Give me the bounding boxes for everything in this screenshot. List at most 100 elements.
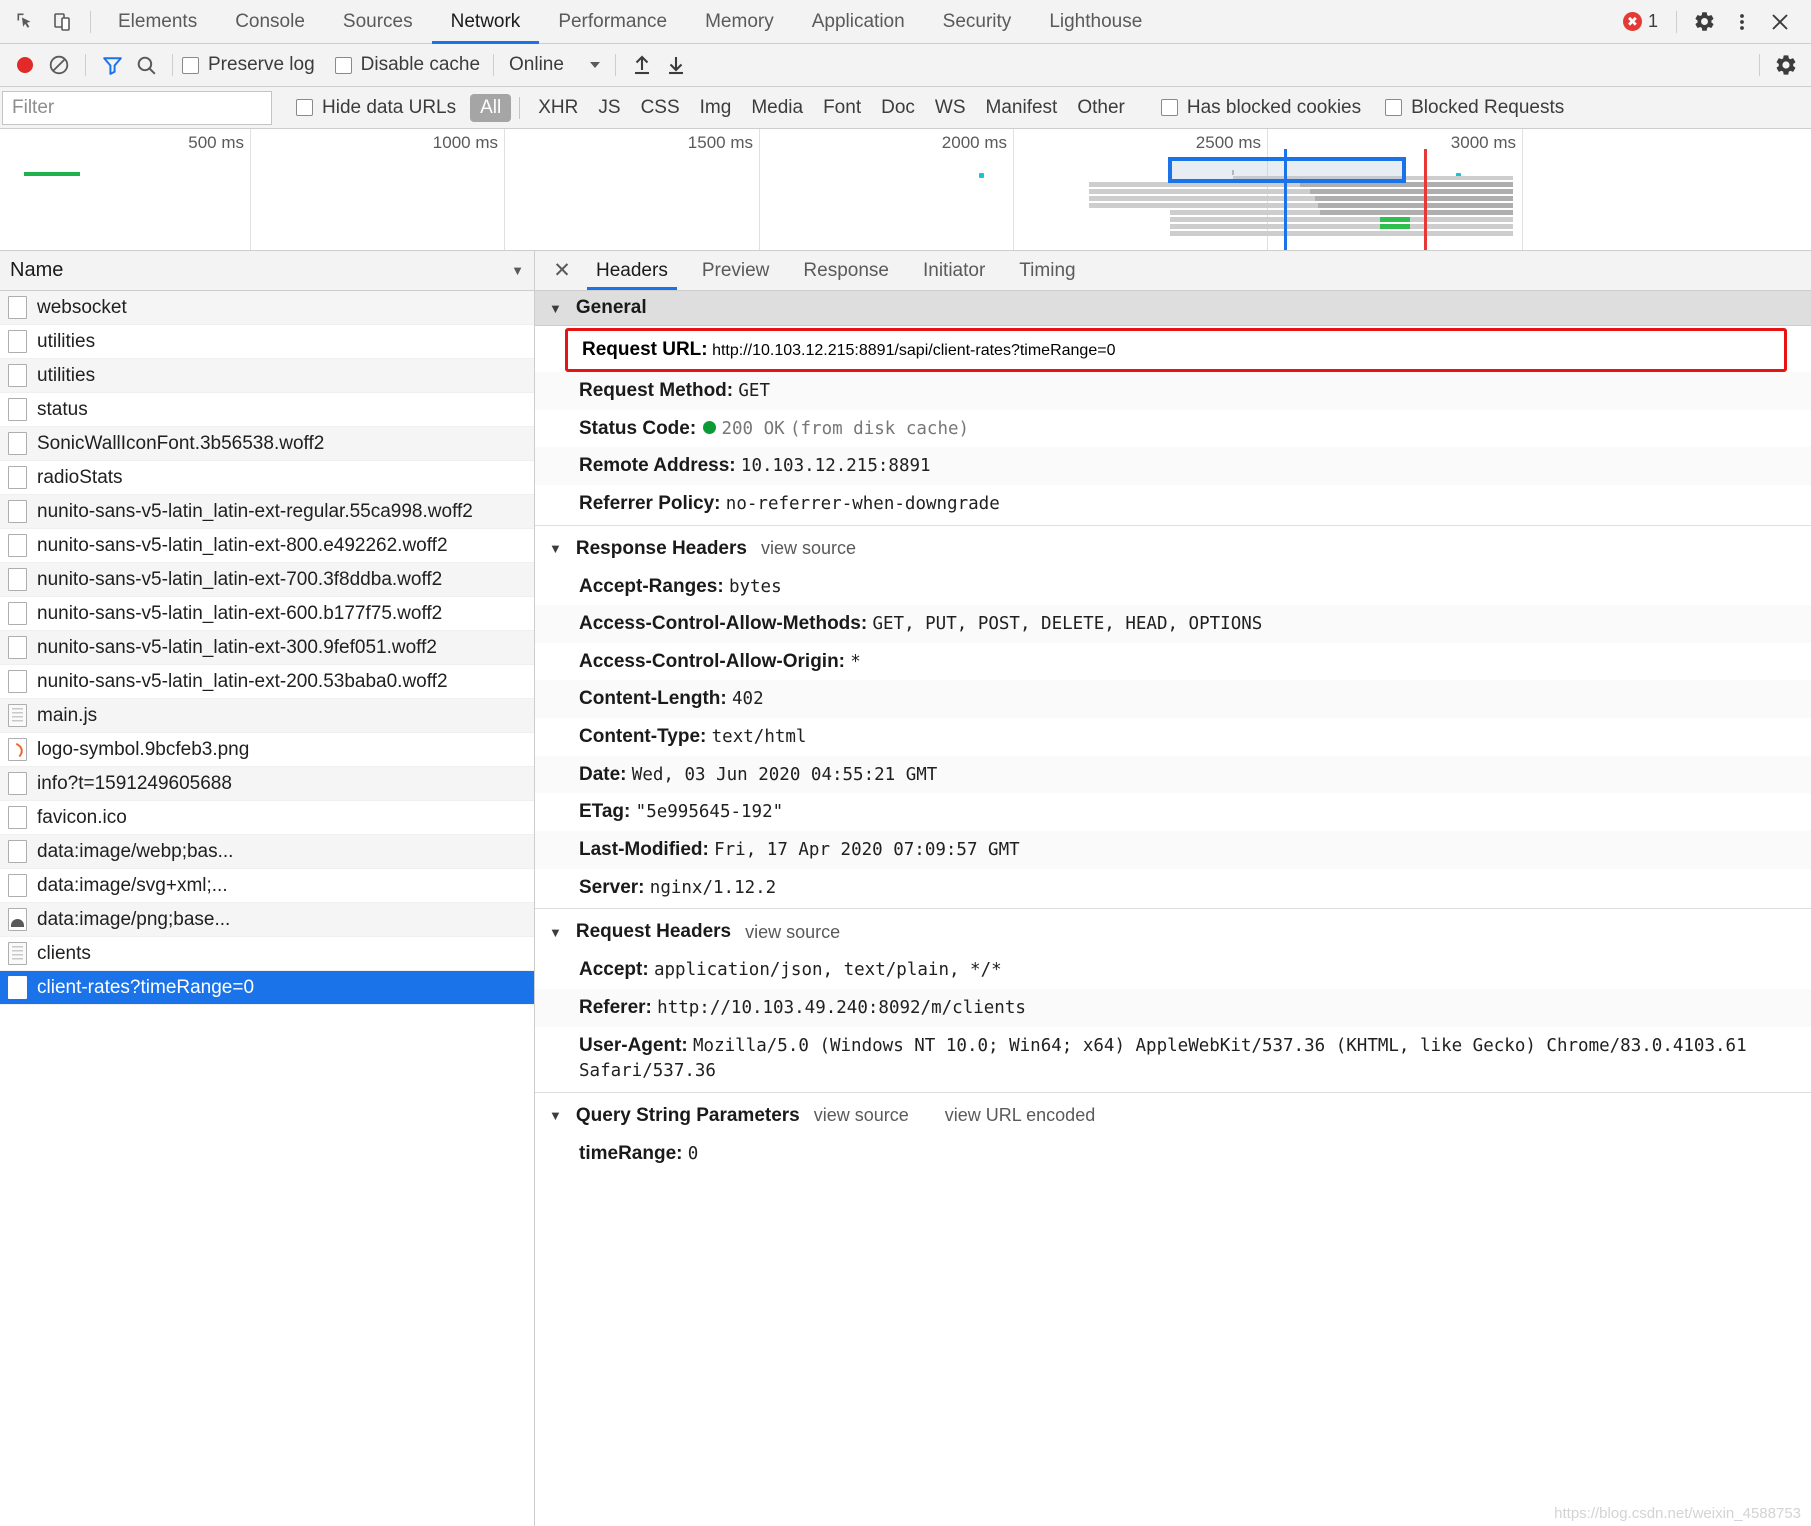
tab-timing[interactable]: Timing	[1002, 251, 1092, 290]
gear-icon[interactable]	[1685, 3, 1723, 41]
overview-tick-1500ms: 1500 ms	[505, 129, 760, 250]
table-row[interactable]: data:image/webp;bas...	[0, 835, 534, 869]
table-row[interactable]: status	[0, 393, 534, 427]
general-rows: Request URL: http://10.103.12.215:8891/s…	[535, 326, 1811, 525]
view-source-link[interactable]: view source	[814, 1105, 909, 1126]
type-filter-doc[interactable]: Doc	[871, 94, 925, 122]
header-row: Date: Wed, 03 Jun 2020 04:55:21 GMT	[535, 755, 1811, 794]
clear-button[interactable]	[42, 48, 76, 82]
kebab-menu-icon[interactable]	[1723, 3, 1761, 41]
tab-security[interactable]: Security	[924, 0, 1031, 44]
table-row[interactable]: nunito-sans-v5-latin_latin-ext-700.3f8dd…	[0, 563, 534, 597]
table-row[interactable]: logo-symbol.9bcfeb3.png	[0, 733, 534, 767]
filter-input[interactable]	[2, 90, 272, 125]
preserve-log-checkbox[interactable]: Preserve log	[182, 54, 315, 76]
type-filter-media[interactable]: Media	[741, 94, 813, 122]
section-header-request-headers[interactable]: ▼ Request Headers view source	[535, 908, 1811, 950]
section-header-query-string[interactable]: ▼ Query String Parameters view source vi…	[535, 1091, 1811, 1133]
tab-headers[interactable]: Headers	[579, 251, 685, 290]
table-row[interactable]: info?t=1591249605688	[0, 767, 534, 801]
request-details-pane: ✕ Headers Preview Response Initiator Tim…	[535, 251, 1811, 1526]
import-har-button[interactable]	[625, 48, 659, 82]
tab-performance[interactable]: Performance	[539, 0, 686, 44]
throttling-select[interactable]: Online	[503, 54, 606, 76]
has-blocked-cookies-checkbox[interactable]: Has blocked cookies	[1160, 97, 1361, 119]
chevron-down-icon: ▼	[549, 541, 562, 557]
section-title-request-headers: Request Headers	[575, 921, 732, 943]
table-row[interactable]: utilities	[0, 325, 534, 359]
type-filter-ws[interactable]: WS	[925, 94, 976, 122]
table-row[interactable]: clients	[0, 937, 534, 971]
tab-memory[interactable]: Memory	[686, 0, 793, 44]
type-filter-js[interactable]: JS	[588, 94, 630, 122]
inspect-element-icon[interactable]	[6, 3, 44, 41]
close-icon[interactable]: ✕	[545, 251, 579, 290]
type-filter-all[interactable]: All	[470, 93, 512, 122]
blocked-requests-checkbox[interactable]: Blocked Requests	[1385, 97, 1564, 119]
table-row[interactable]: utilities	[0, 359, 534, 393]
overview-bar	[1318, 203, 1513, 208]
table-row[interactable]: favicon.ico	[0, 801, 534, 835]
hide-data-urls-checkbox[interactable]: Hide data URLs	[296, 97, 456, 119]
type-filter-other[interactable]: Other	[1067, 94, 1135, 122]
view-url-encoded-link[interactable]: view URL encoded	[945, 1105, 1095, 1126]
type-filter-img[interactable]: Img	[690, 94, 742, 122]
overview-selection-window[interactable]	[1168, 157, 1406, 183]
table-row[interactable]: main.js	[0, 699, 534, 733]
view-source-link[interactable]: view source	[761, 538, 856, 559]
table-row[interactable]: nunito-sans-v5-latin_latin-ext-regular.5…	[0, 495, 534, 529]
overview-bar	[24, 172, 80, 176]
section-header-general[interactable]: ▼ General	[535, 291, 1811, 326]
tab-console[interactable]: Console	[216, 0, 324, 44]
header-row: Access-Control-Allow-Origin: *	[535, 642, 1811, 681]
export-har-button[interactable]	[659, 48, 693, 82]
tab-elements[interactable]: Elements	[99, 0, 216, 44]
checkbox-box	[334, 56, 352, 74]
table-row[interactable]: websocket	[0, 291, 534, 325]
section-header-response-headers[interactable]: ▼ Response Headers view source	[535, 524, 1811, 566]
table-row[interactable]: nunito-sans-v5-latin_latin-ext-800.e4922…	[0, 529, 534, 563]
device-toolbar-icon[interactable]	[44, 3, 82, 41]
type-filter-font[interactable]: Font	[813, 94, 871, 122]
filter-toggle-button[interactable]	[95, 48, 129, 82]
tab-application[interactable]: Application	[793, 0, 924, 44]
chevron-down-icon[interactable]: ▼	[511, 263, 524, 278]
close-icon[interactable]	[1761, 3, 1799, 41]
type-filter-manifest[interactable]: Manifest	[976, 94, 1068, 122]
table-row[interactable]: data:image/png;base...	[0, 903, 534, 937]
tab-response[interactable]: Response	[786, 251, 906, 290]
search-icon[interactable]	[129, 48, 163, 82]
table-row[interactable]: nunito-sans-v5-latin_latin-ext-300.9fef0…	[0, 631, 534, 665]
disable-cache-checkbox[interactable]: Disable cache	[334, 54, 480, 76]
network-overview-timeline[interactable]: 500 ms 1000 ms 1500 ms 2000 ms 2500 ms 3…	[0, 129, 1811, 251]
view-source-link[interactable]: view source	[745, 922, 840, 943]
doc-icon	[8, 636, 27, 659]
tab-preview[interactable]: Preview	[685, 251, 787, 290]
tab-sources[interactable]: Sources	[324, 0, 432, 44]
error-badge[interactable]: ✖ 1	[1622, 11, 1658, 32]
type-filter-xhr[interactable]: XHR	[528, 94, 588, 122]
tab-lighthouse[interactable]: Lighthouse	[1030, 0, 1161, 44]
table-row[interactable]: SonicWallIconFont.3b56538.woff2	[0, 427, 534, 461]
request-list-header[interactable]: Name ▼	[0, 251, 534, 291]
network-toolbar: Preserve log Disable cache Online	[0, 44, 1811, 87]
table-row[interactable]: data:image/svg+xml;...	[0, 869, 534, 903]
header-label: Content-Type:	[579, 726, 707, 748]
table-row-selected[interactable]: client-rates?timeRange=0	[0, 971, 534, 1005]
table-row[interactable]: radioStats	[0, 461, 534, 495]
header-row: Content-Type: text/html	[535, 718, 1811, 756]
type-filter-css[interactable]: CSS	[631, 94, 690, 122]
tab-network[interactable]: Network	[431, 0, 540, 44]
network-settings-button[interactable]	[1769, 48, 1803, 82]
table-row[interactable]: nunito-sans-v5-latin_latin-ext-200.53bab…	[0, 665, 534, 699]
header-value: text/html	[711, 727, 807, 748]
header-label: Content-Length:	[579, 688, 727, 710]
doc-icon	[8, 296, 27, 319]
tab-initiator[interactable]: Initiator	[906, 251, 1002, 290]
header-row: Access-Control-Allow-Methods: GET, PUT, …	[535, 605, 1811, 643]
devtools-window: Elements Console Sources Network Perform…	[0, 0, 1811, 1526]
record-button[interactable]	[8, 48, 42, 82]
table-row[interactable]: nunito-sans-v5-latin_latin-ext-600.b177f…	[0, 597, 534, 631]
request-name: data:image/svg+xml;...	[37, 874, 228, 896]
throttling-value: Online	[509, 54, 564, 75]
